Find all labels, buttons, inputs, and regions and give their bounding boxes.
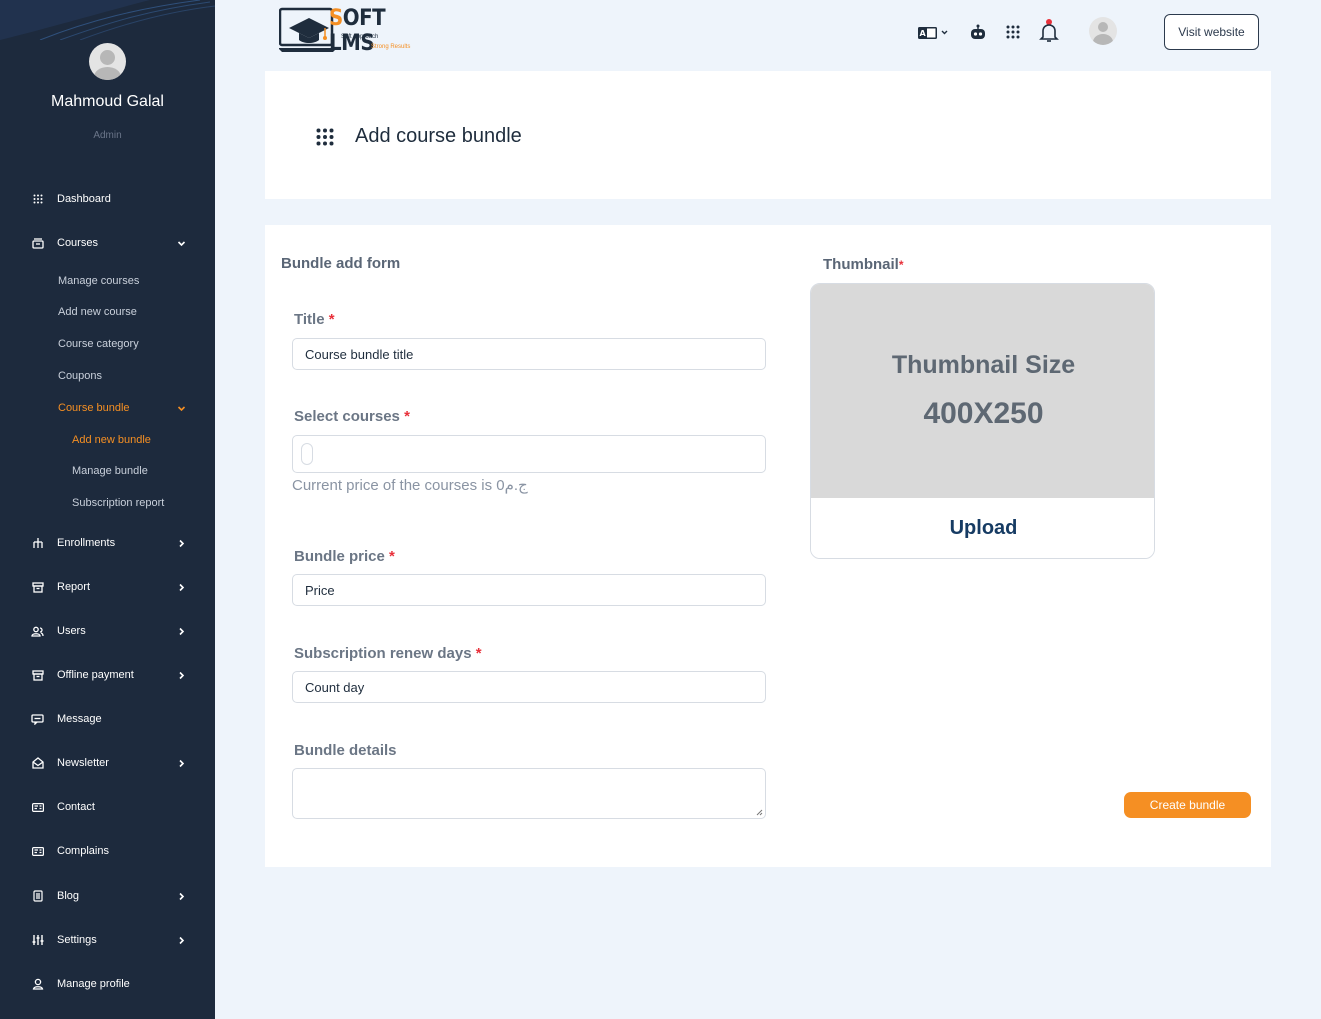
header-avatar[interactable] (1089, 17, 1117, 45)
chevron-right-icon (179, 936, 185, 944)
title-input[interactable]: Course bundle title (292, 338, 766, 370)
chevron-right-icon (179, 539, 185, 547)
complains-card-icon (31, 845, 44, 858)
sidebar-subitem-add-new-bundle[interactable]: Add new bundle (72, 434, 151, 446)
sidebar-item-message[interactable]: Message (0, 708, 215, 730)
page-title-card: Add course bundle (265, 71, 1271, 199)
chevron-down-icon (177, 240, 186, 246)
enrollments-icon (31, 537, 44, 550)
page-title: Add course bundle (355, 125, 522, 147)
sidebar-item-contact[interactable]: Contact (0, 796, 215, 818)
sidebar-item-label: Courses (57, 237, 98, 249)
sidebar-item-courses[interactable]: Courses (0, 232, 215, 254)
sidebar-subitem-coupons[interactable]: Coupons (58, 370, 102, 382)
language-switch-icon[interactable]: A (917, 21, 951, 43)
bundle-price-label: Bundle price * (294, 548, 395, 565)
visit-website-button[interactable]: Visit website (1164, 14, 1259, 50)
sidebar-item-label: Users (57, 625, 86, 637)
sidebar-item-label: Dashboard (57, 193, 111, 205)
newsletter-icon (31, 757, 44, 770)
sidebar-item-complains[interactable]: Complains (0, 840, 215, 862)
sidebar-wave-decoration (0, 0, 215, 40)
sidebar-item-label: Report (57, 581, 91, 593)
create-bundle-button[interactable]: Create bundle (1124, 792, 1251, 818)
sidebar-item-label: Message (57, 713, 102, 725)
sidebar-item-label: Blog (57, 890, 80, 902)
sidebar-subitem-course-bundle[interactable]: Course bundle (58, 402, 130, 414)
bundle-price-input[interactable]: Price (292, 574, 766, 606)
payment-icon (31, 669, 44, 682)
bundle-details-textarea[interactable] (292, 768, 766, 819)
sidebar: Mahmoud Galal Admin Dashboard Courses Ma… (0, 0, 215, 1019)
form-heading: Bundle add form (281, 255, 401, 272)
sidebar-subitem-manage-courses[interactable]: Manage courses (58, 275, 139, 287)
chevron-right-icon (179, 627, 185, 635)
sidebar-subitem-subscription-report[interactable]: Subscription report (72, 497, 164, 509)
thumbnail-uploader[interactable]: Thumbnail Size 400X250 Upload (810, 283, 1155, 559)
contact-card-icon (31, 801, 44, 814)
profile-icon (31, 978, 44, 991)
notification-bell-icon[interactable] (1038, 17, 1060, 45)
grid-dots-icon (316, 128, 334, 146)
robot-ai-icon[interactable] (967, 21, 989, 43)
renew-days-input[interactable]: Count day (292, 671, 766, 703)
sidebar-subitem-course-category[interactable]: Course category (58, 338, 139, 350)
sidebar-subitem-manage-bundle[interactable]: Manage bundle (72, 465, 148, 477)
avatar[interactable] (89, 43, 126, 80)
logo-tagline: Soft approach (341, 34, 379, 40)
sidebar-subitem-add-new-course[interactable]: Add new course (58, 306, 137, 318)
courses-icon (31, 237, 44, 250)
svg-text:A: A (920, 29, 927, 38)
sidebar-item-offline-payment[interactable]: Offline payment (0, 664, 215, 686)
sidebar-item-label: Newsletter (57, 757, 109, 769)
resize-grip-icon[interactable] (755, 808, 763, 816)
sidebar-item-settings[interactable]: Settings (0, 929, 215, 951)
dashboard-grid-icon (31, 193, 44, 206)
bundle-form-card: Bundle add form Title * Course bundle ti… (265, 225, 1271, 867)
chevron-right-icon (179, 671, 185, 679)
user-name: Mahmoud Galal (51, 93, 164, 110)
sidebar-item-blog[interactable]: Blog (0, 885, 215, 907)
user-role: Admin (93, 130, 122, 141)
chevron-right-icon (179, 583, 185, 591)
soft-lms-logo[interactable]: SOFT LMS Soft approach Strong Results (278, 6, 429, 56)
bundle-details-label: Bundle details (294, 742, 397, 759)
sidebar-item-users[interactable]: Users (0, 620, 215, 642)
select-courses-field[interactable] (292, 435, 766, 473)
sidebar-item-label: Offline payment (57, 669, 134, 681)
sidebar-item-enrollments[interactable]: Enrollments (0, 532, 215, 554)
sidebar-item-label: Settings (57, 934, 97, 946)
sidebar-item-dashboard[interactable]: Dashboard (0, 188, 215, 210)
chevron-right-icon (179, 892, 185, 900)
sidebar-item-label: Enrollments (57, 537, 116, 549)
sidebar-item-manage-profile[interactable]: Manage profile (0, 973, 215, 995)
message-icon (31, 713, 44, 726)
chevron-right-icon (179, 759, 185, 767)
sidebar-item-label: Manage profile (57, 978, 130, 990)
select-courses-label: Select courses * (294, 408, 410, 425)
apps-grid-icon[interactable] (1002, 21, 1024, 43)
title-label: Title * (294, 311, 335, 328)
logo-tagline-2: Strong Results (371, 44, 411, 50)
sidebar-item-newsletter[interactable]: Newsletter (0, 752, 215, 774)
chevron-down-icon (177, 406, 186, 412)
blog-document-icon (31, 890, 44, 903)
sidebar-item-label: Contact (57, 801, 95, 813)
sidebar-item-label: Complains (57, 845, 109, 857)
sidebar-item-report[interactable]: Report (0, 576, 215, 598)
report-icon (31, 581, 44, 594)
upload-button[interactable]: Upload (811, 498, 1154, 558)
renew-days-label: Subscription renew days * (294, 645, 482, 662)
thumbnail-size-label: Thumbnail Size (891, 351, 1076, 379)
thumbnail-dimensions: 400X250 (923, 397, 1044, 430)
settings-sliders-icon (31, 934, 44, 947)
current-price-note: Current price of the courses is 0ج.م (292, 477, 528, 494)
thumbnail-preview: Thumbnail Size 400X250 (811, 284, 1154, 498)
users-icon (31, 625, 44, 638)
thumbnail-label: Thumbnail* (823, 256, 904, 273)
